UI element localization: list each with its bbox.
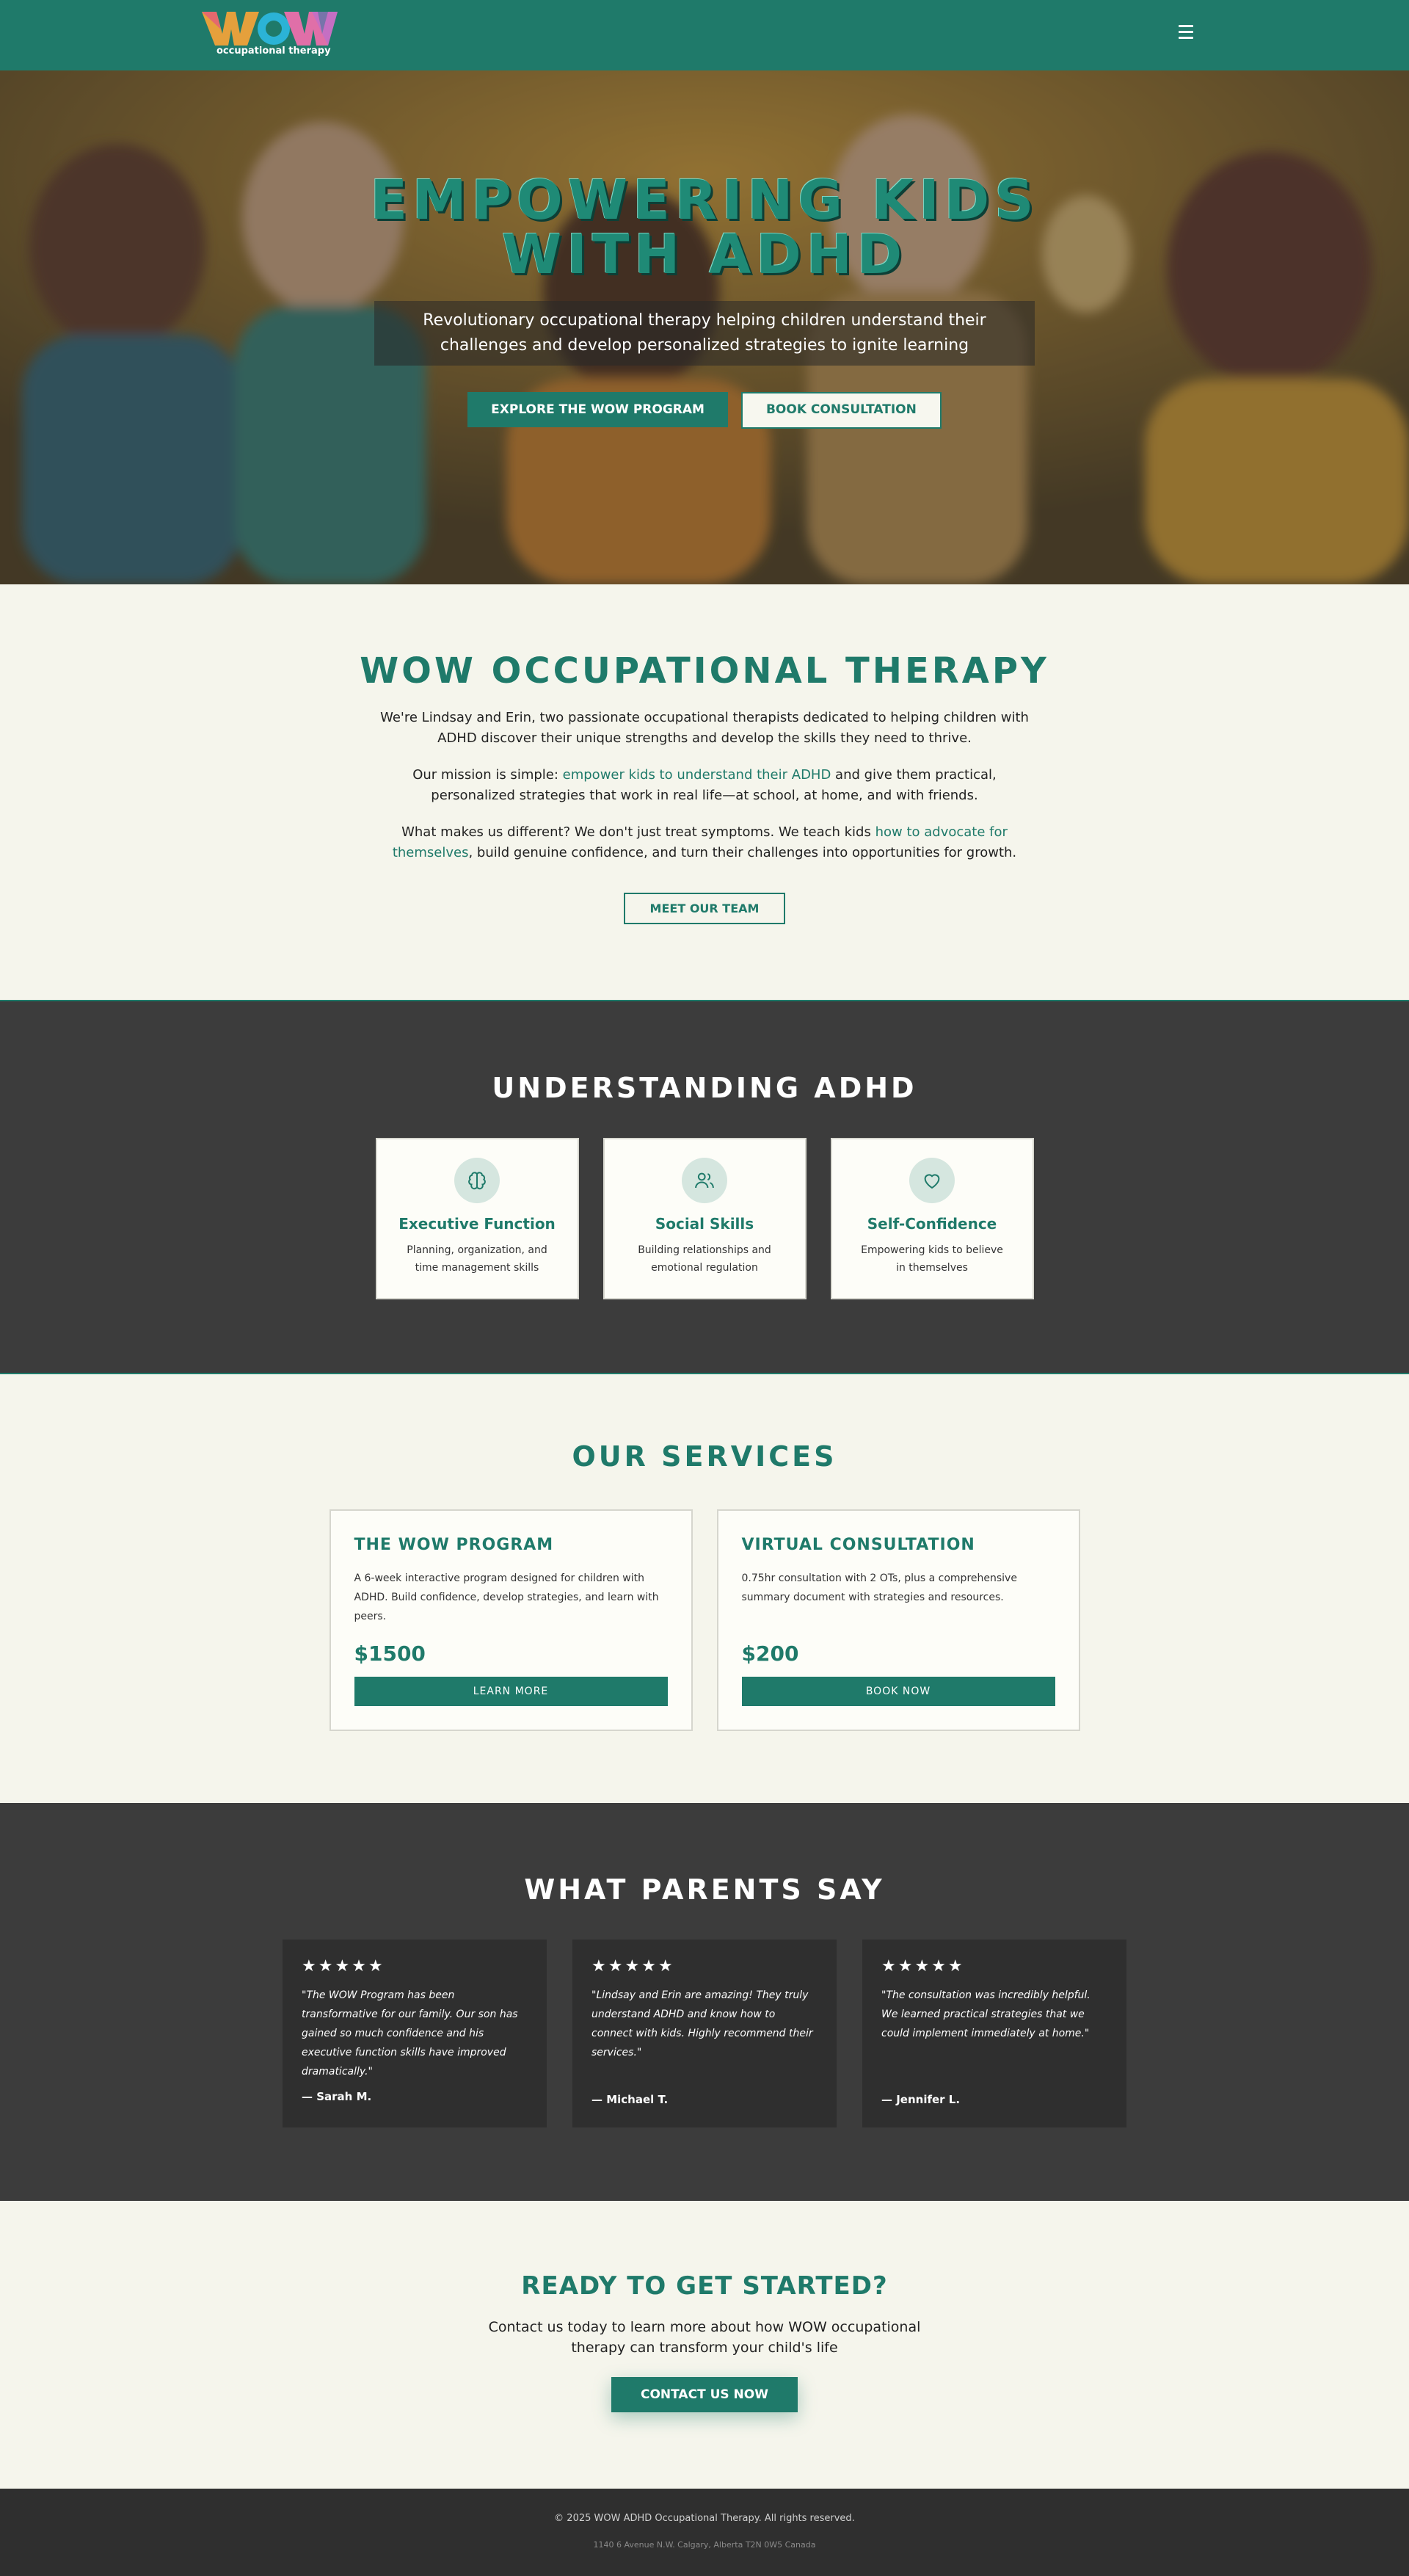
- adhd-card-executive-function: Executive Function Planning, organizatio…: [375, 1138, 579, 1299]
- about-p2-highlight: empower kids to understand their ADHD: [562, 767, 831, 783]
- learn-more-button[interactable]: LEARN MORE: [354, 1677, 668, 1706]
- adhd-card-title: Social Skills: [655, 1215, 754, 1233]
- star-rating-icon: ★★★★★: [591, 1957, 675, 1975]
- adhd-card-text: Building relationships and emotional reg…: [638, 1244, 771, 1274]
- testimonial-card: ★★★★★ "Lindsay and Erin are amazing! The…: [572, 1940, 837, 2127]
- adhd-title: UNDERSTANDING ADHD: [492, 1072, 917, 1104]
- footer-copyright: © 2025 WOW ADHD Occupational Therapy. Al…: [554, 2513, 855, 2524]
- about-paragraph-3: What makes us different? We don't just t…: [374, 822, 1035, 863]
- top-navbar: occupational therapy: [0, 0, 1409, 70]
- testimonial-card: ★★★★★ "The WOW Program has been transfor…: [283, 1940, 547, 2127]
- site-logo[interactable]: occupational therapy: [202, 10, 338, 62]
- hero-content: EMPOWERING KIDS WITH ADHD Revolutionary …: [0, 173, 1409, 429]
- testimonials-title: WHAT PARENTS SAY: [524, 1873, 885, 1906]
- about-p3-text-a: What makes us different? We don't just t…: [401, 824, 875, 840]
- service-description: A 6-week interactive program designed fo…: [354, 1572, 659, 1622]
- cta-title: READY TO GET STARTED?: [521, 2271, 888, 2301]
- about-section: WOW OCCUPATIONAL THERAPY We're Lindsay a…: [0, 584, 1409, 1001]
- service-title: VIRTUAL CONSULTATION: [741, 1536, 975, 1554]
- users-icon: [682, 1158, 727, 1203]
- about-title: WOW OCCUPATIONAL THERAPY: [360, 650, 1049, 692]
- testimonial-quote: "The WOW Program has been transformative…: [302, 1989, 518, 2078]
- service-description: 0.75hr consultation with 2 OTs, plus a c…: [741, 1572, 1017, 1603]
- testimonials-section: WHAT PARENTS SAY ★★★★★ "The WOW Program …: [0, 1803, 1409, 2201]
- site-footer: © 2025 WOW ADHD Occupational Therapy. Al…: [0, 2489, 1409, 2576]
- testimonial-author: — Michael T.: [591, 2093, 669, 2106]
- testimonial-author: — Sarah M.: [302, 2090, 372, 2103]
- testimonial-cards: ★★★★★ "The WOW Program has been transfor…: [0, 1940, 1409, 2127]
- cta-section: READY TO GET STARTED? Contact us today t…: [0, 2201, 1409, 2489]
- testimonial-card: ★★★★★ "The consultation was incredibly h…: [862, 1940, 1126, 2127]
- wow-logo-mark: [202, 12, 338, 46]
- logo-subtitle: occupational therapy: [216, 46, 331, 57]
- about-p3-text-b: , build genuine confidence, and turn the…: [468, 845, 1017, 860]
- hero-buttons: EXPLORE THE WOW PROGRAM BOOK CONSULTATIO…: [0, 392, 1409, 429]
- adhd-card-text: Planning, organization, and time managem…: [407, 1244, 547, 1274]
- service-price: $1500: [354, 1641, 426, 1666]
- service-card-wow-program: THE WOW PROGRAM A 6-week interactive pro…: [329, 1509, 693, 1731]
- testimonial-author: — Jennifer L.: [881, 2093, 961, 2106]
- adhd-card-social-skills: Social Skills Building relationships and…: [602, 1138, 807, 1299]
- hero-title-line2: WITH ADHD: [501, 223, 908, 286]
- cta-text: Contact us today to learn more about how…: [488, 2319, 921, 2356]
- adhd-card-title: Self-Confidence: [867, 1215, 997, 1233]
- brain-icon: [454, 1158, 500, 1203]
- adhd-card-self-confidence: Self-Confidence Empowering kids to belie…: [830, 1138, 1034, 1299]
- service-card-virtual-consultation: VIRTUAL CONSULTATION 0.75hr consultation…: [716, 1509, 1080, 1731]
- hero-title: EMPOWERING KIDS WITH ADHD: [0, 173, 1409, 282]
- hero-subtitle: Revolutionary occupational therapy helpi…: [374, 301, 1035, 366]
- about-p2-text-a: Our mission is simple:: [412, 767, 563, 783]
- contact-us-button[interactable]: CONTACT US NOW: [611, 2377, 798, 2412]
- hero-section: EMPOWERING KIDS WITH ADHD Revolutionary …: [0, 70, 1409, 584]
- heart-icon: [909, 1158, 955, 1203]
- adhd-cards: Executive Function Planning, organizatio…: [0, 1138, 1409, 1299]
- star-rating-icon: ★★★★★: [302, 1957, 385, 1975]
- services-title: OUR SERVICES: [572, 1440, 837, 1473]
- book-now-button[interactable]: BOOK NOW: [741, 1677, 1055, 1706]
- star-rating-icon: ★★★★★: [881, 1957, 965, 1975]
- testimonial-quote: "The consultation was incredibly helpful…: [881, 1989, 1091, 2039]
- footer-address: 1140 6 Avenue N.W. Calgary, Alberta T2N …: [593, 2540, 816, 2550]
- services-cards: THE WOW PROGRAM A 6-week interactive pro…: [0, 1509, 1409, 1731]
- testimonial-quote: "Lindsay and Erin are amazing! They trul…: [591, 1989, 813, 2058]
- meet-our-team-button[interactable]: MEET OUR TEAM: [623, 893, 786, 924]
- adhd-card-text: Empowering kids to believe in themselves: [861, 1244, 1003, 1274]
- about-paragraph-2: Our mission is simple: empower kids to u…: [374, 765, 1035, 806]
- understanding-adhd-section: UNDERSTANDING ADHD Executive Function Pl…: [0, 1001, 1409, 1374]
- adhd-card-title: Executive Function: [398, 1215, 556, 1233]
- service-title: THE WOW PROGRAM: [354, 1536, 554, 1554]
- book-consultation-button[interactable]: BOOK CONSULTATION: [740, 392, 942, 429]
- hamburger-menu-icon[interactable]: [1179, 25, 1195, 40]
- service-price: $200: [741, 1641, 799, 1666]
- about-paragraph-1: We're Lindsay and Erin, two passionate o…: [380, 710, 1029, 746]
- explore-program-button[interactable]: EXPLORE THE WOW PROGRAM: [467, 392, 728, 427]
- services-section: OUR SERVICES THE WOW PROGRAM A 6-week in…: [0, 1374, 1409, 1803]
